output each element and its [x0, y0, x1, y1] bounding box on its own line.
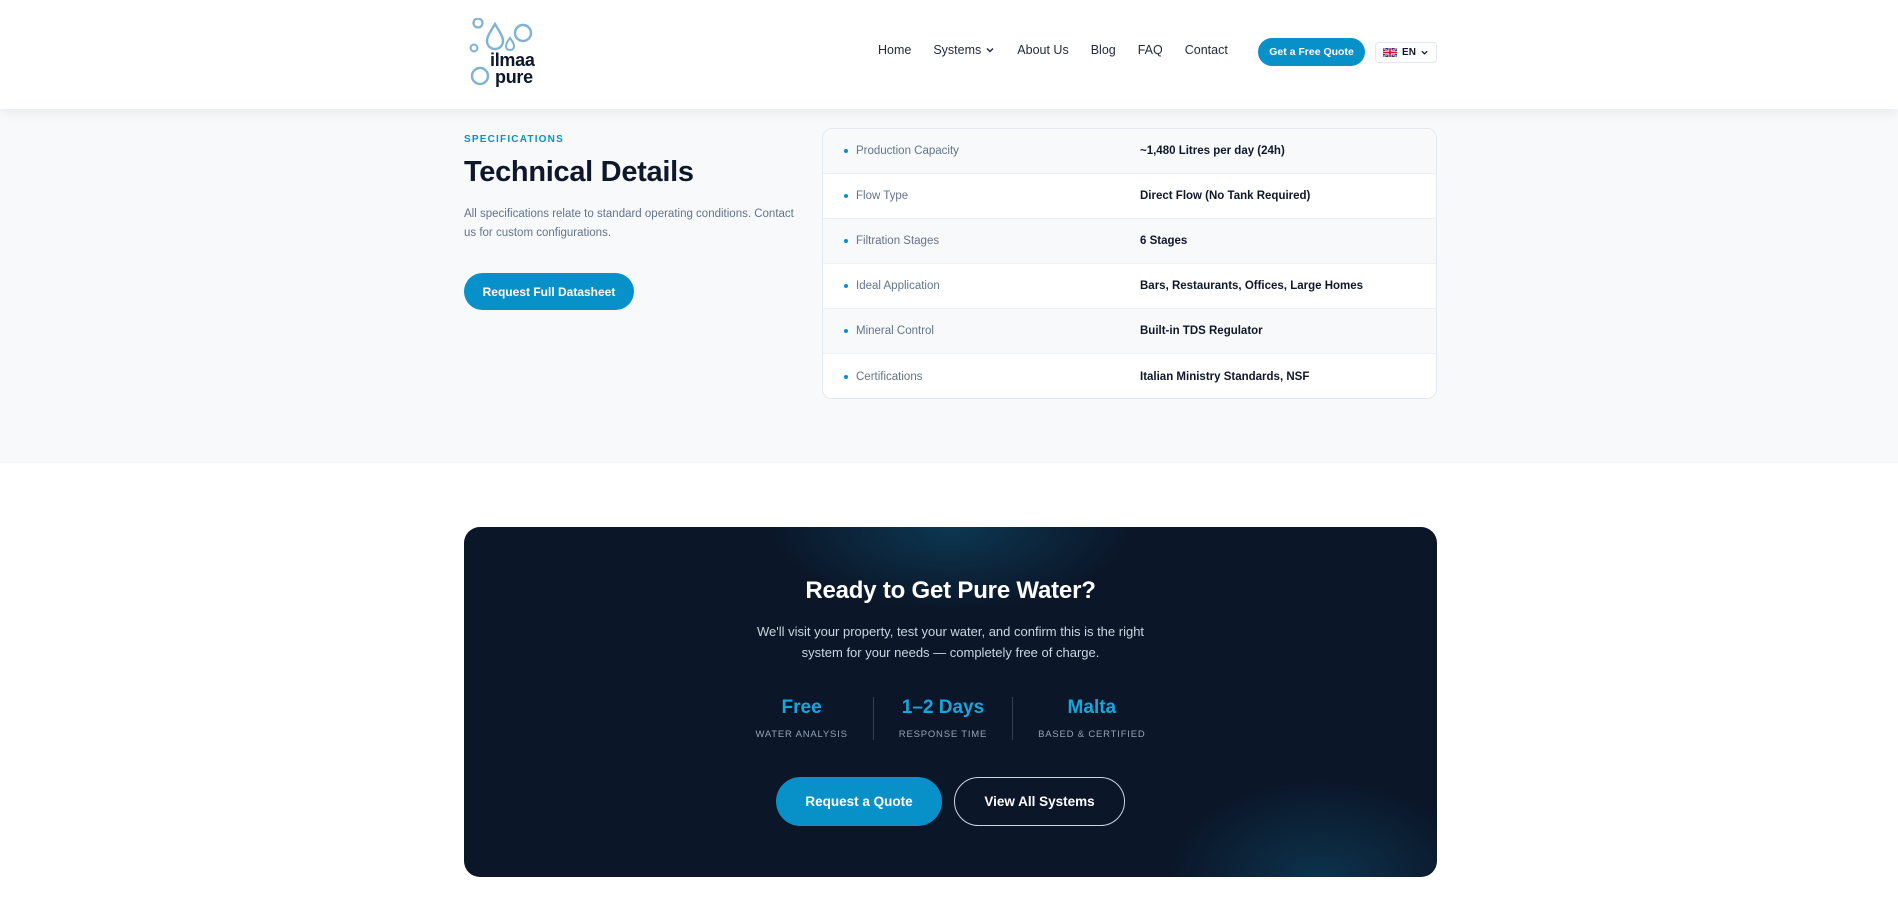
cta-title: Ready to Get Pure Water?	[805, 577, 1096, 604]
section-eyebrow: SPECIFICATIONS	[464, 134, 564, 145]
spec-label: Production Capacity	[856, 145, 959, 157]
language-code: EN	[1402, 47, 1416, 58]
nav-label: FAQ	[1137, 43, 1163, 57]
chevron-down-icon	[1421, 50, 1428, 55]
stat-item: Free WATER ANALYSIS	[730, 697, 872, 740]
spec-row: Filtration Stages 6 Stages	[823, 219, 1436, 264]
bullet-dot-icon	[844, 284, 848, 288]
nav-item-contact[interactable]: Contact	[1185, 43, 1228, 57]
spec-row: Ideal Application Bars, Restaurants, Off…	[823, 264, 1436, 309]
uk-flag-icon	[1383, 48, 1398, 57]
nav-item-faq[interactable]: FAQ	[1138, 43, 1163, 57]
spec-label: Certifications	[856, 370, 923, 383]
spec-row: Certifications Italian Ministry Standard…	[823, 354, 1436, 398]
request-datasheet-button[interactable]: Request Full Datasheet	[464, 273, 634, 310]
nav-label: Home	[878, 43, 912, 57]
stat-value: Malta	[1067, 697, 1117, 718]
stat-label: WATER ANALYSIS	[755, 729, 848, 740]
nav-item-blog[interactable]: Blog	[1091, 43, 1116, 57]
get-quote-button[interactable]: Get a Free Quote	[1258, 38, 1365, 66]
nav-label: Blog	[1090, 43, 1116, 57]
stat-label: RESPONSE TIME	[898, 729, 988, 740]
brand-wordmark: ilmaa pure	[490, 51, 535, 87]
language-selector[interactable]: EN	[1375, 42, 1437, 63]
cta-buttons: Request a Quote View All Systems	[464, 777, 1437, 826]
section-title: Technical Details	[464, 156, 694, 188]
spec-value: Bars, Restaurants, Offices, Large Homes	[1140, 280, 1364, 292]
nav-label: Systems	[933, 43, 982, 57]
spec-value: ~1,480 Litres per day (24h)	[1140, 145, 1285, 157]
main-nav: Home Systems About Us Blog FAQ Contact	[878, 43, 1250, 57]
cta-banner: Ready to Get Pure Water? We'll visit you…	[464, 527, 1437, 877]
cta-stats: Free WATER ANALYSIS 1–2 Days RESPONSE TI…	[464, 697, 1437, 740]
spec-label: Flow Type	[856, 190, 909, 202]
specifications-section: SPECIFICATIONS Technical Details All spe…	[0, 109, 1898, 463]
cta-subtitle: We'll visit your property, test your wat…	[756, 624, 1145, 660]
bullet-dot-icon	[844, 374, 848, 379]
nav-label: About Us	[1017, 43, 1069, 57]
bullet-dot-icon	[844, 239, 848, 243]
nav-item-about[interactable]: About Us	[1017, 43, 1068, 57]
nav-label: Contact	[1184, 43, 1228, 57]
spec-label: Mineral Control	[856, 325, 934, 337]
section-description: All specifications relate to standard op…	[464, 208, 794, 239]
spec-row: Production Capacity ~1,480 Litres per da…	[823, 129, 1436, 174]
spec-value: Italian Ministry Standards, NSF	[1140, 370, 1310, 383]
spec-table: Production Capacity ~1,480 Litres per da…	[822, 128, 1437, 399]
bullet-dot-icon	[844, 194, 848, 198]
spec-value: 6 Stages	[1140, 235, 1188, 247]
nav-item-home[interactable]: Home	[878, 43, 911, 57]
chevron-down-icon	[986, 48, 994, 53]
bullet-dot-icon	[844, 149, 848, 153]
spec-row: Flow Type Direct Flow (No Tank Required)	[823, 174, 1436, 219]
stat-value: 1–2 Days	[901, 697, 985, 718]
nav-item-systems[interactable]: Systems	[933, 43, 995, 57]
spec-value: Direct Flow (No Tank Required)	[1140, 190, 1311, 202]
spec-value: Built-in TDS Regulator	[1140, 325, 1263, 337]
site-header: ilmaa pure Home Systems About Us Blog FA…	[0, 0, 1898, 109]
request-quote-button[interactable]: Request a Quote	[776, 777, 942, 826]
stat-item: Malta BASED & CERTIFIED	[1012, 697, 1170, 740]
spec-label: Filtration Stages	[856, 235, 940, 247]
view-all-systems-button[interactable]: View All Systems	[954, 777, 1125, 826]
spec-label: Ideal Application	[856, 280, 940, 292]
brand-line-2: pure	[495, 67, 533, 87]
bullet-dot-icon	[844, 329, 848, 333]
stat-label: BASED & CERTIFIED	[1038, 729, 1146, 740]
stat-value: Free	[781, 697, 822, 718]
spec-row: Mineral Control Built-in TDS Regulator	[823, 309, 1436, 354]
stat-item: 1–2 Days RESPONSE TIME	[872, 697, 1012, 740]
brand-logo[interactable]: ilmaa pure	[468, 18, 540, 90]
